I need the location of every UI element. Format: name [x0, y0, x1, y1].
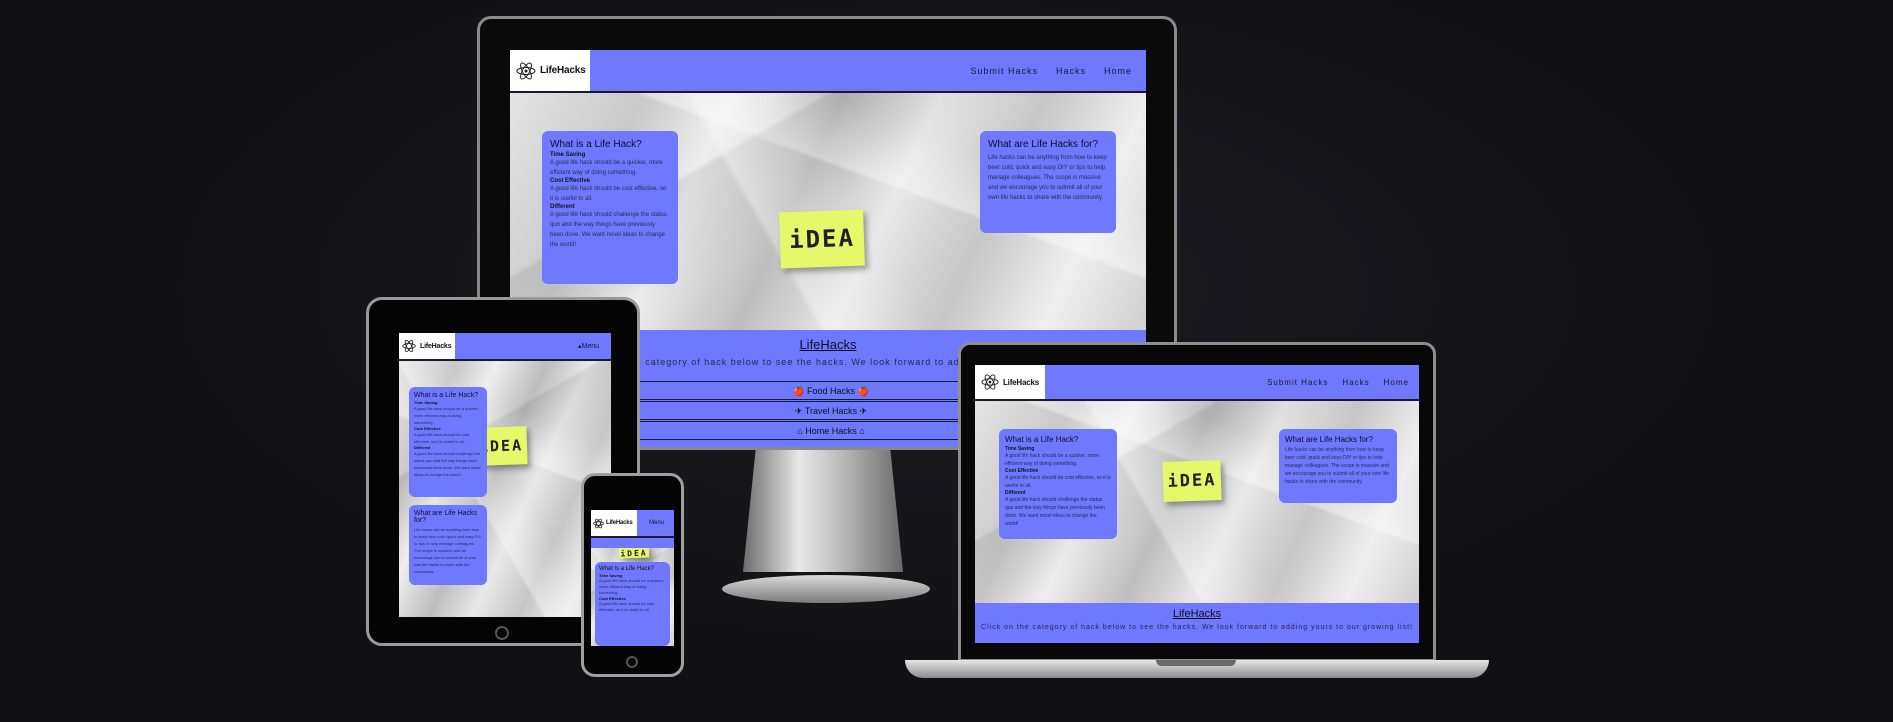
what-is-p2: A good life hack should be cost effectiv…: [1005, 475, 1111, 489]
what-is-p1: A good life hack should be a quicker, mo…: [414, 406, 479, 425]
laptop-notch: [1156, 660, 1236, 666]
apple-icon: 🍎: [857, 386, 869, 396]
what-is-p1: A good life hack should be a quicker, mo…: [599, 578, 664, 595]
nav-hacks[interactable]: Hacks: [1342, 378, 1369, 387]
phone-logo-text: LifeHacks: [606, 520, 633, 526]
menu-label: Menu: [581, 343, 599, 350]
section-title: LifeHacks: [1172, 608, 1222, 620]
phone-hero: iDEA What is a Life Hack? Time Saving A …: [591, 548, 674, 646]
atom-icon: [516, 62, 536, 79]
idea-sticky-note: iDEA: [618, 548, 650, 559]
atom-icon: [593, 518, 604, 528]
monitor-stand-base: [722, 575, 930, 603]
laptop-hacks-section: LifeHacks Click on the category of hack …: [975, 603, 1419, 643]
laptop-logo[interactable]: LifeHacks: [975, 365, 1045, 399]
phone-what-is-card: What is a Life Hack? Time Saving A good …: [595, 562, 670, 646]
laptop-device: LifeHacks Submit Hacks Hacks Home iDEA W…: [958, 342, 1436, 662]
mockup-stage: LifeHacks Submit Hacks Hacks Home iDEA W…: [0, 0, 1893, 722]
home-icon: ⌂: [859, 426, 865, 436]
nav-hacks[interactable]: Hacks: [1056, 66, 1086, 76]
home-hacks-label: Home Hacks: [805, 426, 857, 436]
atom-icon: [981, 374, 999, 390]
phone-navbar: LifeHacks Menu: [591, 510, 674, 538]
section-intro: Click on the category of hack below to s…: [981, 624, 1413, 631]
what-for-title: What are Life Hacks for?: [988, 139, 1099, 150]
plane-icon: ✈: [794, 406, 803, 416]
what-for-text: Life hacks can be anything from how to k…: [1285, 447, 1389, 485]
tablet-menu-button[interactable]: ▴Menu: [578, 342, 599, 350]
what-is-p2: A good life hack should be cost effectiv…: [599, 601, 655, 612]
tablet-home-button: [495, 626, 509, 640]
what-is-p1: A good life hack should be a quicker, mo…: [550, 160, 663, 176]
what-for-title: What are Life Hacks for?: [414, 510, 478, 524]
logo[interactable]: LifeHacks: [510, 50, 590, 91]
atom-icon: [402, 339, 416, 353]
what-is-title: What is a Life Hack?: [550, 139, 642, 150]
tablet-logo-text: LifeHacks: [420, 342, 452, 350]
navbar: LifeHacks Submit Hacks Hacks Home: [510, 50, 1146, 93]
laptop-what-for-card: What are Life Hacks for? Life hacks can …: [1279, 429, 1397, 503]
what-for-title: What are Life Hacks for?: [1285, 435, 1374, 444]
tablet-logo[interactable]: LifeHacks: [399, 333, 455, 359]
what-is-p2: A good life hack should be cost effectiv…: [414, 432, 470, 444]
hero-image: iDEA What is a Life Hack? Time Saving A …: [510, 93, 1146, 330]
home-icon: ⌂: [797, 426, 803, 436]
nav-home[interactable]: Home: [1104, 66, 1132, 76]
monitor-stand: [743, 448, 903, 572]
nav-links: Submit Hacks Hacks Home: [970, 50, 1132, 91]
phone-logo[interactable]: LifeHacks: [591, 510, 637, 536]
tablet-hero: iDEA What is a Life Hack? Time Saving A …: [399, 361, 611, 617]
laptop-nav-links: Submit Hacks Hacks Home: [1267, 365, 1409, 399]
what-is-p3: A good life hack should challenge the st…: [414, 451, 481, 477]
tablet-what-is-card: What is a Life Hack? Time Saving A good …: [409, 387, 487, 497]
phone-nav-spacer: [591, 538, 674, 548]
nav-submit-hacks[interactable]: Submit Hacks: [1267, 378, 1328, 387]
what-is-title: What is a Life Hack?: [414, 392, 479, 399]
idea-sticky-note: iDEA: [1162, 460, 1222, 502]
phone-home-button: [626, 656, 638, 668]
nav-home[interactable]: Home: [1384, 378, 1409, 387]
what-is-p3: A good life hack should challenge the st…: [550, 212, 667, 248]
plane-icon: ✈: [859, 406, 868, 416]
what-is-p3: A good life hack should challenge the st…: [1005, 497, 1106, 527]
what-for-text: Life hacks can be anything from how to k…: [988, 155, 1107, 201]
logo-text: LifeHacks: [540, 65, 586, 76]
tablet-site: LifeHacks ▴Menu iDEA What is a Life Hack…: [399, 333, 611, 617]
travel-hacks-label: Travel Hacks: [804, 406, 857, 416]
tablet-navbar: LifeHacks ▴Menu: [399, 333, 611, 361]
phone-menu-button[interactable]: Menu: [649, 520, 664, 526]
what-is-card: What is a Life Hack? Time Saving A good …: [542, 131, 678, 284]
what-is-p1: A good life hack should be a quicker, mo…: [1005, 453, 1099, 467]
tablet-what-for-card: What are Life Hacks for? Life hacks can …: [409, 505, 487, 585]
what-for-card: What are Life Hacks for? Life hacks can …: [980, 131, 1116, 233]
what-is-p2: A good life hack should be cost effectiv…: [550, 186, 667, 202]
food-hacks-label: Food Hacks: [806, 386, 856, 396]
laptop-what-is-card: What is a Life Hack? Time Saving A good …: [999, 429, 1117, 539]
what-for-text: Life hacks can be anything from how to k…: [414, 527, 482, 574]
laptop-logo-text: LifeHacks: [1003, 377, 1039, 387]
laptop-hero: iDEA What is a Life Hack? Time Saving A …: [975, 401, 1419, 603]
apple-icon: 🍎: [793, 386, 805, 396]
phone-device: LifeHacks Menu iDEA What is a Life Hack?…: [581, 473, 684, 677]
phone-site: LifeHacks Menu iDEA What is a Life Hack?…: [591, 510, 674, 646]
idea-sticky-note: iDEA: [779, 209, 865, 269]
laptop-site: LifeHacks Submit Hacks Hacks Home iDEA W…: [975, 365, 1419, 643]
laptop-navbar: LifeHacks Submit Hacks Hacks Home: [975, 365, 1419, 401]
what-is-title: What is a Life Hack?: [1005, 435, 1079, 444]
nav-submit-hacks[interactable]: Submit Hacks: [970, 66, 1038, 76]
what-is-title: What is a Life Hack?: [599, 566, 655, 572]
